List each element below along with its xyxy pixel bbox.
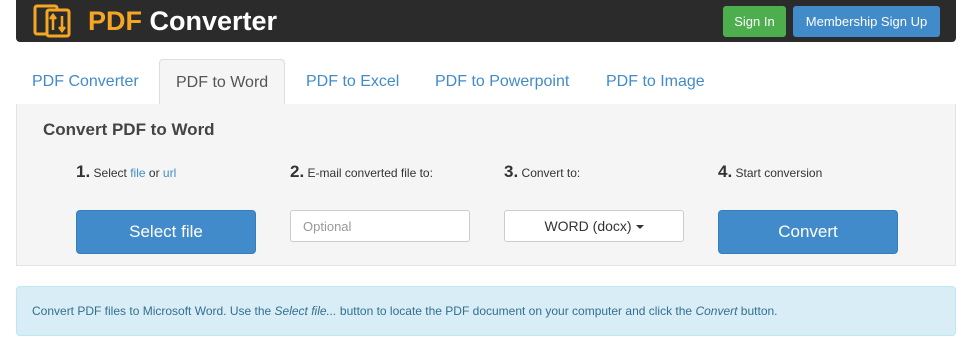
format-value: WORD (docx) — [544, 218, 632, 234]
file-link[interactable]: file — [130, 166, 145, 180]
url-link[interactable]: url — [163, 166, 176, 180]
tab-pdf-to-word[interactable]: PDF to Word — [159, 59, 286, 106]
step-3-label: 3. Convert to: — [504, 162, 580, 182]
convert-button[interactable]: Convert — [718, 210, 898, 254]
step-1-number: 1. — [76, 162, 91, 181]
info-text-3: button. — [737, 304, 778, 318]
step-4-label: 4. Start conversion — [718, 162, 822, 182]
top-navbar: PDF Converter Sign In Membership Sign Up — [16, 0, 956, 42]
membership-signup-button[interactable]: Membership Sign Up — [793, 6, 940, 37]
step-4-number: 4. — [718, 162, 733, 181]
step-3-text: Convert to: — [521, 166, 581, 180]
brand-converter: Converter — [149, 6, 278, 36]
document-arrows-icon — [33, 4, 71, 38]
info-em-convert: Convert — [695, 304, 738, 318]
convert-panel: Convert PDF to Word 1. Select file or ur… — [16, 104, 956, 266]
step-1-text: Select — [93, 166, 131, 180]
caret-down-icon — [635, 225, 644, 230]
select-file-button[interactable]: Select file — [76, 210, 256, 254]
tab-pdf-to-image[interactable]: PDF to Image — [590, 59, 721, 105]
info-alert: Convert PDF files to Microsoft Word. Use… — [16, 286, 956, 336]
step-2-text: E-mail converted file to: — [307, 166, 433, 180]
info-em-select-file: Select file... — [274, 304, 337, 318]
brand-title[interactable]: PDF Converter — [88, 4, 277, 38]
sign-in-button[interactable]: Sign In — [723, 6, 786, 37]
tab-pdf-converter[interactable]: PDF Converter — [16, 59, 155, 105]
tab-pdf-to-excel[interactable]: PDF to Excel — [290, 59, 415, 105]
step-1-or: or — [145, 166, 163, 180]
tab-pdf-to-powerpoint[interactable]: PDF to Powerpoint — [419, 59, 585, 105]
panel-title: Convert PDF to Word — [43, 120, 215, 139]
step-3-number: 3. — [504, 162, 519, 181]
info-text-1: Convert PDF files to Microsoft Word. Use… — [32, 304, 275, 318]
converter-tabs: PDF Converter PDF to Word PDF to Excel P… — [16, 59, 956, 106]
step-2-label: 2. E-mail converted file to: — [290, 162, 433, 182]
info-text-2: button to locate the PDF document on you… — [336, 304, 696, 318]
brand-pdf: PDF — [88, 6, 142, 36]
email-field[interactable] — [290, 210, 470, 242]
format-dropdown[interactable]: WORD (docx) — [504, 210, 684, 242]
step-4-text: Start conversion — [735, 166, 823, 180]
step-1-label: 1. Select file or url — [76, 162, 176, 182]
step-2-number: 2. — [290, 162, 305, 181]
